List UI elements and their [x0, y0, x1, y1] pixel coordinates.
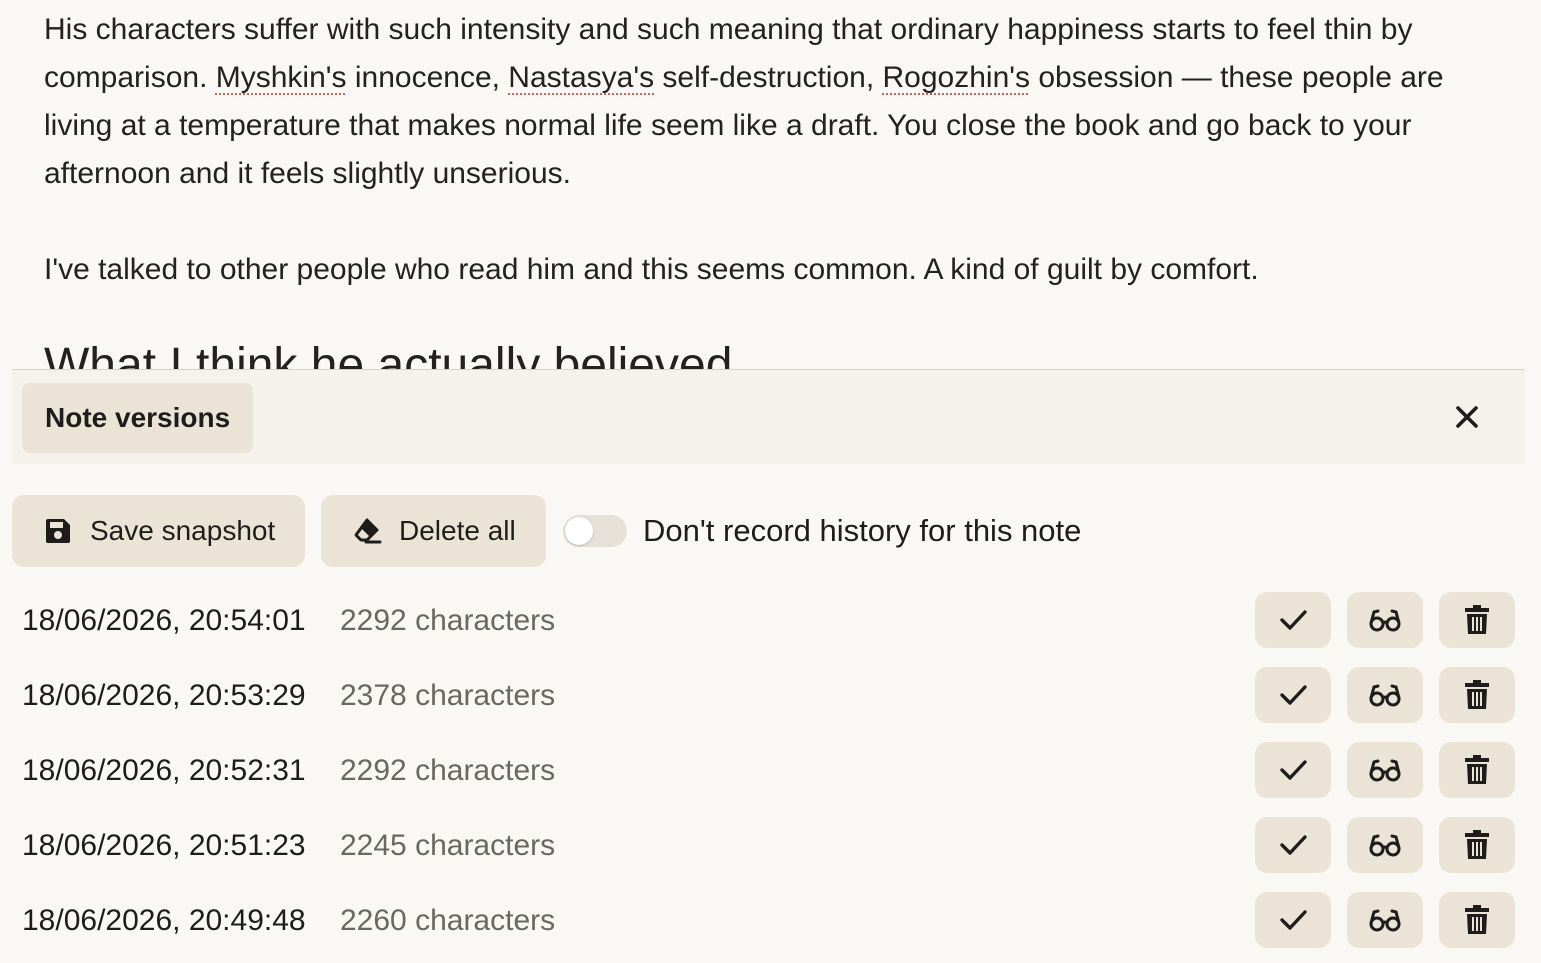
note-editor[interactable]: His characters suffer with such intensit…	[44, 6, 1504, 370]
versions-list: 18/06/2026, 20:54:01 2292 characters 18/…	[0, 583, 1541, 958]
version-row: 18/06/2026, 20:54:01 2292 characters	[0, 583, 1541, 658]
misspelled-word: Myshkin's	[215, 61, 347, 94]
checkmark-icon	[1280, 610, 1307, 630]
version-timestamp: 18/06/2026, 20:54:01	[22, 604, 306, 637]
editor-paragraph: His characters suffer with such intensit…	[44, 6, 1504, 198]
version-row: 18/06/2026, 20:51:23 2245 characters	[0, 808, 1541, 883]
version-char-count: 2292 characters	[340, 604, 556, 637]
delete-version-button[interactable]	[1439, 892, 1515, 948]
eraser-icon	[352, 516, 382, 546]
glasses-icon	[1369, 834, 1401, 857]
preview-version-button[interactable]	[1347, 817, 1423, 873]
save-snapshot-label: Save snapshot	[90, 515, 276, 546]
editor-heading: What I think he actually believed	[44, 339, 733, 370]
versions-toolbar: Save snapshot Delete all Don't record hi…	[12, 495, 1081, 567]
misspelled-word: Rogozhin's	[882, 61, 1030, 94]
trash-icon	[1465, 680, 1489, 709]
version-char-count: 2292 characters	[340, 754, 556, 787]
delete-version-button[interactable]	[1439, 592, 1515, 648]
glasses-icon	[1369, 684, 1401, 707]
version-row: 18/06/2026, 20:53:29 2378 characters	[0, 658, 1541, 733]
editor-text: self-destruction,	[654, 61, 883, 94]
checkmark-icon	[1280, 685, 1307, 705]
delete-all-button[interactable]: Delete all	[321, 495, 546, 567]
glasses-icon	[1369, 609, 1401, 632]
version-row: 18/06/2026, 20:52:31 2292 characters	[0, 733, 1541, 808]
close-icon	[1456, 406, 1478, 428]
restore-version-button[interactable]	[1255, 592, 1331, 648]
preview-version-button[interactable]	[1347, 742, 1423, 798]
trash-icon	[1465, 605, 1489, 634]
version-char-count: 2378 characters	[340, 679, 556, 712]
version-timestamp: 18/06/2026, 20:52:31	[22, 754, 306, 787]
glasses-icon	[1369, 909, 1401, 932]
version-timestamp: 18/06/2026, 20:51:23	[22, 829, 306, 862]
version-char-count: 2245 characters	[340, 829, 556, 862]
delete-version-button[interactable]	[1439, 667, 1515, 723]
restore-version-button[interactable]	[1255, 742, 1331, 798]
glasses-icon	[1369, 759, 1401, 782]
editor-text: innocence,	[346, 61, 509, 94]
versions-panel-header: Note versions	[12, 369, 1525, 464]
no-history-toggle[interactable]	[563, 515, 627, 547]
checkmark-icon	[1280, 835, 1307, 855]
delete-version-button[interactable]	[1439, 742, 1515, 798]
preview-version-button[interactable]	[1347, 892, 1423, 948]
delete-all-label: Delete all	[399, 515, 516, 546]
restore-version-button[interactable]	[1255, 817, 1331, 873]
restore-version-button[interactable]	[1255, 667, 1331, 723]
checkmark-icon	[1280, 910, 1307, 930]
trash-icon	[1465, 830, 1489, 859]
version-char-count: 2260 characters	[340, 904, 556, 937]
preview-version-button[interactable]	[1347, 592, 1423, 648]
version-timestamp: 18/06/2026, 20:53:29	[22, 679, 306, 712]
checkmark-icon	[1280, 760, 1307, 780]
misspelled-word: Nastasya's	[508, 61, 655, 94]
no-history-toggle-label: Don't record history for this note	[643, 513, 1082, 548]
version-timestamp: 18/06/2026, 20:49:48	[22, 904, 306, 937]
panel-title-tab[interactable]: Note versions	[22, 383, 254, 453]
preview-version-button[interactable]	[1347, 667, 1423, 723]
floppy-disk-icon	[43, 516, 73, 546]
trash-icon	[1465, 755, 1489, 784]
editor-paragraph: I've talked to other people who read him…	[44, 253, 1259, 286]
restore-version-button[interactable]	[1255, 892, 1331, 948]
close-button[interactable]	[1449, 399, 1485, 435]
version-row: 18/06/2026, 20:49:48 2260 characters	[0, 883, 1541, 958]
trash-icon	[1465, 905, 1489, 934]
save-snapshot-button[interactable]: Save snapshot	[12, 495, 305, 567]
delete-version-button[interactable]	[1439, 817, 1515, 873]
toggle-knob	[565, 517, 593, 545]
